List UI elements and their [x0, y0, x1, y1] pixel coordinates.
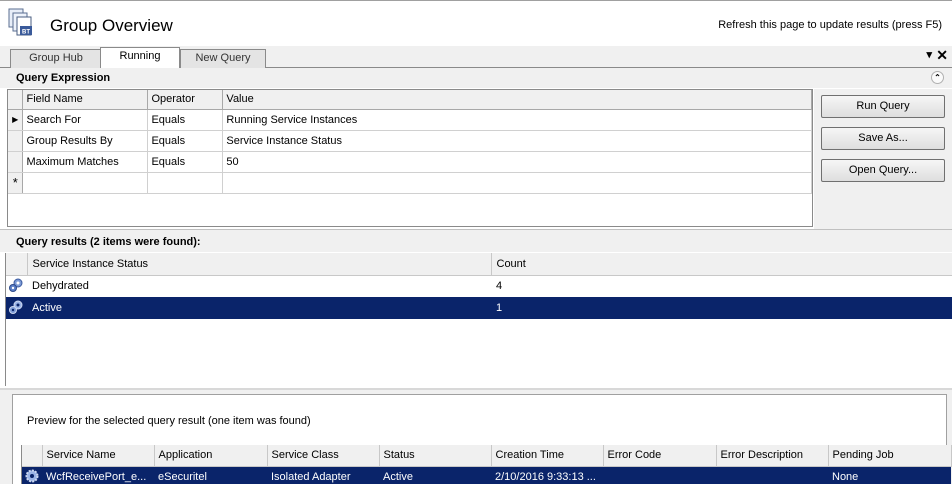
query-results-grid[interactable]: Service Instance Status Count Dehydrated…	[5, 253, 952, 386]
column-header-field-name[interactable]: Field Name	[22, 90, 149, 110]
open-query-button[interactable]: Open Query...	[821, 159, 945, 182]
collapse-icon[interactable]: ⌃	[931, 71, 944, 84]
tab-running-label: Running	[119, 50, 161, 62]
preview-grid[interactable]: Service Name Application Service Class S…	[21, 445, 952, 484]
query-button-panel: Run Query Save As... Open Query...	[814, 89, 952, 229]
query-field-cell[interactable]: Maximum Matches	[22, 151, 149, 173]
query-results-title: Query results (2 items were found):	[16, 236, 201, 248]
column-header-application[interactable]: Application	[154, 445, 268, 467]
query-field-cell[interactable]: Group Results By	[22, 130, 149, 152]
results-status-cell[interactable]: Dehydrated	[27, 275, 491, 297]
query-new-row[interactable]: *	[8, 172, 812, 194]
tab-new-query[interactable]: New Query	[180, 49, 266, 68]
close-tab-icon[interactable]: ✕	[936, 47, 948, 64]
current-row-marker-icon: ▶	[8, 109, 24, 131]
column-header-error-description[interactable]: Error Description	[716, 445, 829, 467]
preview-pending-job-cell[interactable]: None	[828, 466, 951, 484]
tab-dropdown-icon[interactable]: ▾	[926, 48, 932, 61]
row-header	[8, 130, 24, 152]
query-field-cell[interactable]: Search For	[22, 109, 149, 131]
column-header-service-name[interactable]: Service Name	[42, 445, 155, 467]
row-header	[8, 151, 24, 173]
preview-inner: Preview for the selected query result (o…	[12, 394, 952, 484]
results-row[interactable]: Dehydrated 4	[6, 275, 952, 297]
page-title: Group Overview	[50, 16, 173, 35]
column-header-creation-time[interactable]: Creation Time	[491, 445, 604, 467]
column-header-service-instance-status[interactable]: Service Instance Status	[27, 253, 492, 276]
preview-error-code-cell[interactable]	[603, 466, 716, 484]
preview-panel: Preview for the selected query result (o…	[0, 388, 952, 484]
save-as-button[interactable]: Save As...	[821, 127, 945, 150]
tab-group-hub-label: Group Hub	[29, 52, 83, 64]
query-row[interactable]: ▶ Search For Equals Running Service Inst…	[8, 109, 812, 131]
refresh-hint: Refresh this page to update results (pre…	[718, 19, 942, 31]
preview-service-class-cell[interactable]: Isolated Adapter	[267, 466, 379, 484]
query-expression-grid[interactable]: Field Name Operator Value ▶ Search For E…	[7, 89, 813, 227]
query-row[interactable]: Maximum Matches Equals 50	[8, 151, 812, 173]
service-gear-icon	[6, 297, 27, 319]
results-count-cell[interactable]: 4	[491, 275, 952, 297]
tab-new-query-label: New Query	[195, 52, 251, 64]
column-header-service-class[interactable]: Service Class	[267, 445, 380, 467]
query-operator-cell[interactable]: Equals	[147, 151, 224, 173]
query-expression-header: Query Expression ⌃	[0, 68, 952, 88]
column-header-value[interactable]: Value	[222, 90, 812, 110]
tab-group-hub[interactable]: Group Hub	[10, 49, 102, 68]
preview-error-description-cell[interactable]	[716, 466, 828, 484]
biztalk-logo-icon: BT	[8, 8, 38, 40]
new-field-cell[interactable]	[22, 172, 149, 194]
column-header-status[interactable]: Status	[379, 445, 492, 467]
column-header-pending-job[interactable]: Pending Job	[828, 445, 952, 467]
results-row-selected[interactable]: Active 1	[6, 297, 952, 319]
query-header-row: Field Name Operator Value	[8, 90, 812, 110]
preview-creation-time-cell[interactable]: 2/10/2016 9:33:13 ...	[491, 466, 603, 484]
new-row-marker-icon: *	[8, 172, 24, 194]
query-results-table: Service Instance Status Count Dehydrated…	[6, 253, 952, 319]
new-value-cell[interactable]	[222, 172, 812, 194]
preview-icon-column-header	[22, 445, 43, 467]
results-icon-column-header	[6, 253, 28, 276]
column-header-error-code[interactable]: Error Code	[603, 445, 717, 467]
query-operator-cell[interactable]: Equals	[147, 109, 224, 131]
run-query-button[interactable]: Run Query	[821, 95, 945, 118]
service-gear-icon	[6, 275, 27, 297]
results-status-cell[interactable]: Active	[27, 297, 491, 319]
logo-badge-text: BT	[22, 30, 30, 36]
preview-status-cell[interactable]: Active	[379, 466, 491, 484]
query-row[interactable]: Group Results By Equals Service Instance…	[8, 130, 812, 152]
query-operator-cell[interactable]: Equals	[147, 130, 224, 152]
row-header-corner	[8, 90, 24, 110]
page-header: BT Group Overview Refresh this page to u…	[0, 0, 952, 46]
tab-running[interactable]: Running	[100, 47, 180, 69]
column-header-operator[interactable]: Operator	[147, 90, 224, 110]
query-results-header: Query results (2 items were found):	[0, 232, 952, 252]
query-value-cell[interactable]: 50	[222, 151, 812, 173]
query-value-cell[interactable]: Running Service Instances	[222, 109, 812, 131]
results-header-row: Service Instance Status Count	[6, 253, 952, 276]
preview-application-cell[interactable]: eSecuritel	[154, 466, 267, 484]
results-count-cell[interactable]: 1	[491, 297, 952, 319]
query-expression-table: Field Name Operator Value ▶ Search For E…	[8, 90, 812, 194]
new-operator-cell[interactable]	[147, 172, 224, 194]
preview-caption: Preview for the selected query result (o…	[27, 415, 311, 427]
preview-service-name-cell[interactable]: WcfReceivePort_e...	[42, 466, 154, 484]
service-gear-icon	[22, 466, 42, 484]
preview-table: Service Name Application Service Class S…	[22, 445, 952, 484]
preview-row-selected[interactable]: WcfReceivePort_e... eSecuritel Isolated …	[22, 466, 951, 484]
column-header-count[interactable]: Count	[491, 253, 952, 276]
tab-bar: Group Hub Running New Query ▾ ✕	[0, 46, 952, 69]
preview-header-row: Service Name Application Service Class S…	[22, 445, 952, 467]
query-value-cell[interactable]: Service Instance Status	[222, 130, 812, 152]
query-expression-title: Query Expression	[16, 72, 111, 84]
